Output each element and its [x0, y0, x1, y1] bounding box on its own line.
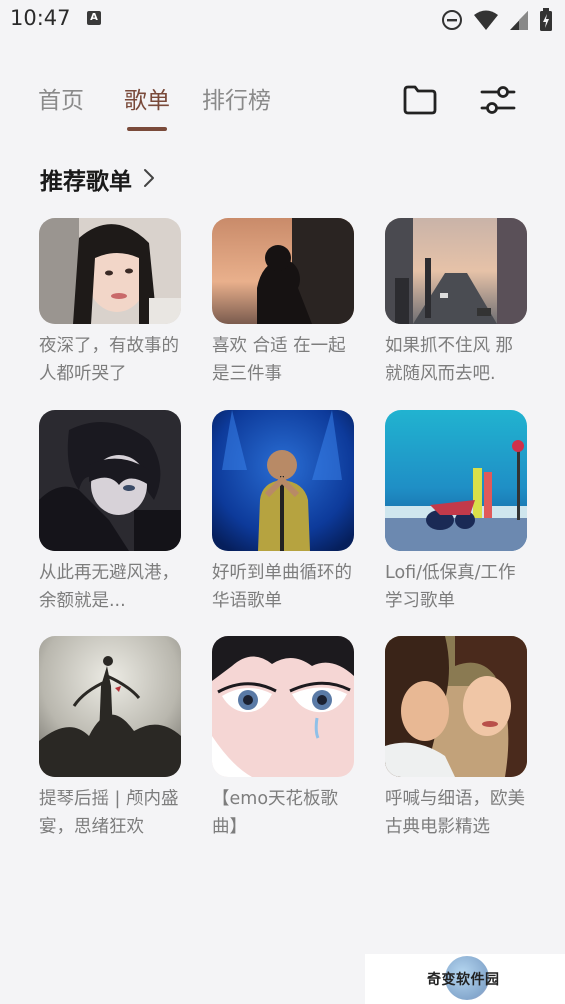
recommended-playlists-header[interactable]: 推荐歌单: [40, 162, 156, 196]
playlist-cover: [39, 636, 181, 777]
playlist-card[interactable]: 好听到单曲循环的华语歌单: [212, 410, 354, 615]
playlist-cover: [212, 410, 354, 551]
playlist-title: 好听到单曲循环的华语歌单: [212, 563, 352, 611]
playlist-card[interactable]: 提琴后摇 | 颅内盛宴，思绪狂欢: [39, 636, 181, 841]
folder-button[interactable]: [400, 80, 440, 120]
playlist-cover: [39, 410, 181, 551]
status-time: 10:47: [10, 6, 71, 30]
playlist-title: 【emo天花板歌曲】: [212, 789, 339, 837]
playlist-title: 夜深了，有故事的人都听哭了: [39, 336, 179, 384]
watermark: 奇变软件园: [365, 954, 565, 1004]
dnd-icon: [441, 9, 463, 35]
playlist-cover: [212, 636, 354, 777]
tab-home[interactable]: 首页: [38, 81, 84, 115]
section-title: 推荐歌单: [40, 169, 132, 195]
playlist-card[interactable]: 呼喊与细语，欧美古典电影精选: [385, 636, 527, 841]
chevron-right-icon: [142, 167, 156, 193]
playlist-card[interactable]: 从此再无避风港，余额就是...: [39, 410, 181, 615]
playlist-card[interactable]: 如果抓不住风 那就随风而去吧.: [385, 218, 527, 388]
tab-songlist[interactable]: 歌单: [124, 81, 170, 115]
playlist-card[interactable]: 喜欢 合适 在一起是三件事: [212, 218, 354, 388]
notification-a-icon: A: [87, 11, 101, 25]
tab-rank[interactable]: 排行榜: [202, 81, 271, 115]
playlist-title: 提琴后摇 | 颅内盛宴，思绪狂欢: [39, 789, 179, 837]
active-tab-indicator: [127, 127, 167, 131]
playlist-cover: [385, 410, 527, 551]
wifi-icon: [473, 9, 499, 35]
playlist-cover: [212, 218, 354, 324]
playlist-card[interactable]: 夜深了，有故事的人都听哭了: [39, 218, 181, 388]
top-nav: 首页 歌单 排行榜: [0, 75, 565, 135]
playlist-card[interactable]: Lofi/低保真/工作学习歌单: [385, 410, 527, 615]
status-icons: [441, 8, 553, 36]
folder-icon: [403, 85, 437, 115]
playlist-card[interactable]: 【emo天花板歌曲】: [212, 636, 354, 841]
playlist-title: 喜欢 合适 在一起是三件事: [212, 336, 346, 384]
status-bar: 10:47 A: [0, 0, 565, 40]
playlist-title: 如果抓不住风 那就随风而去吧.: [385, 336, 514, 384]
battery-icon: [539, 8, 553, 36]
signal-icon: [509, 9, 529, 35]
playlist-title: Lofi/低保真/工作学习歌单: [385, 563, 516, 611]
watermark-text: 奇变软件园: [427, 972, 500, 988]
playlist-cover: [39, 218, 181, 324]
playlist-cover: [385, 636, 527, 777]
playlist-title: 从此再无避风港，余额就是...: [39, 563, 179, 611]
filter-button[interactable]: [478, 80, 518, 120]
playlist-title: 呼喊与细语，欧美古典电影精选: [385, 789, 525, 837]
filter-sliders-icon: [480, 86, 516, 114]
playlist-cover: [385, 218, 527, 324]
